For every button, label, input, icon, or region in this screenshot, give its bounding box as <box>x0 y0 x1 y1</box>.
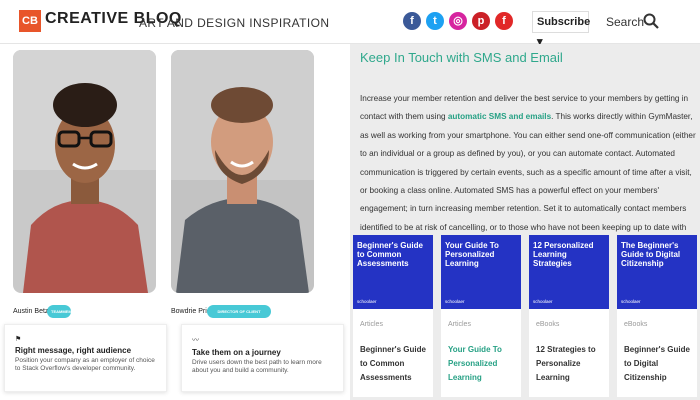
article-category: eBooks <box>536 321 560 328</box>
article-card[interactable]: Beginner's Guide to Common Assessments s… <box>353 235 433 397</box>
feature-card[interactable]: 〰 Take them on a journey Drive users dow… <box>181 324 344 392</box>
person-badge: DIRECTOR OF CLIENT OPERATIONS <box>207 305 271 327</box>
article-thumbnail[interactable]: Beginner's Guide to Common Assessments s… <box>353 235 433 309</box>
path-icon: 〰 <box>192 337 199 344</box>
section-heading: Keep In Touch with SMS and Email <box>360 50 563 65</box>
thumbnail-title: Your Guide To Personalized Learning <box>445 241 499 269</box>
section-paragraph: Increase your member retention and deliv… <box>360 90 700 256</box>
card-title: Right message, right audience <box>15 346 132 355</box>
card-description: Drive users down the best path to learn … <box>192 359 322 375</box>
thumbnail-brand: schoolaer <box>621 299 641 304</box>
subscribe-dropdown[interactable]: Subscribe ▾ <box>532 11 590 48</box>
tagline: ART AND DESIGN INSPIRATION <box>139 16 330 30</box>
card-description: Position your company as an employer of … <box>15 357 155 373</box>
thumbnail-title: 12 Personalized Learning Strategies <box>533 241 594 269</box>
article-card[interactable]: 12 Personalized Learning Strategies scho… <box>529 235 609 397</box>
team-photo-austin <box>13 50 156 293</box>
content-section: Keep In Touch with SMS and Email Increas… <box>350 44 700 400</box>
article-category: Articles <box>448 321 471 328</box>
article-category: Articles <box>360 321 383 328</box>
site-header: CB CREATIVE BLOQ ART AND DESIGN INSPIRAT… <box>0 0 700 48</box>
article-title[interactable]: 12 Strategies to Personalize Learning <box>536 343 603 385</box>
person-badge: TEAMMEMBER <box>47 305 80 318</box>
flipboard-icon[interactable]: f <box>495 12 513 30</box>
article-category: eBooks <box>624 321 648 328</box>
search-label[interactable]: Search <box>606 15 644 29</box>
article-card[interactable]: Your Guide To Personalized Learning scho… <box>441 235 521 397</box>
team-photo-bowdrie <box>171 50 314 293</box>
twitter-icon[interactable]: t <box>426 12 444 30</box>
paragraph-text: . This works directly within GymMaster, … <box>360 112 696 250</box>
flag-icon: ⚑ <box>15 336 22 343</box>
facebook-icon[interactable]: f <box>403 12 421 30</box>
article-title[interactable]: Beginner's Guide to Common Assessments <box>360 343 427 385</box>
search-icon[interactable] <box>643 13 659 29</box>
card-title: Take them on a journey <box>192 348 281 357</box>
feature-card[interactable]: ⚑ Right message, right audience Position… <box>4 324 167 392</box>
article-title[interactable]: Your Guide To Personalized Learning <box>448 343 515 385</box>
article-thumbnail[interactable]: Your Guide To Personalized Learning scho… <box>441 235 521 309</box>
thumbnail-title: Beginner's Guide to Common Assessments <box>357 241 423 269</box>
sms-email-link[interactable]: automatic SMS and emails <box>448 112 551 121</box>
logo-mark[interactable]: CB <box>19 10 41 32</box>
article-thumbnail[interactable]: 12 Personalized Learning Strategies scho… <box>529 235 609 309</box>
thumbnail-brand: schoolaer <box>445 299 465 304</box>
team-section: Austin Betzer TEAMMEMBER Bowdrie Price D… <box>0 44 350 400</box>
article-card[interactable]: The Beginner's Guide to Digital Citizens… <box>617 235 697 397</box>
thumbnail-title: The Beginner's Guide to Digital Citizens… <box>621 241 681 269</box>
pinterest-icon[interactable]: p <box>472 12 490 30</box>
thumbnail-brand: schoolaer <box>357 299 377 304</box>
instagram-icon[interactable]: ◎ <box>449 12 467 30</box>
article-title[interactable]: Beginner's Guide to Digital Citizenship <box>624 343 691 385</box>
article-thumbnail[interactable]: The Beginner's Guide to Digital Citizens… <box>617 235 697 309</box>
thumbnail-brand: schoolaer <box>533 299 553 304</box>
